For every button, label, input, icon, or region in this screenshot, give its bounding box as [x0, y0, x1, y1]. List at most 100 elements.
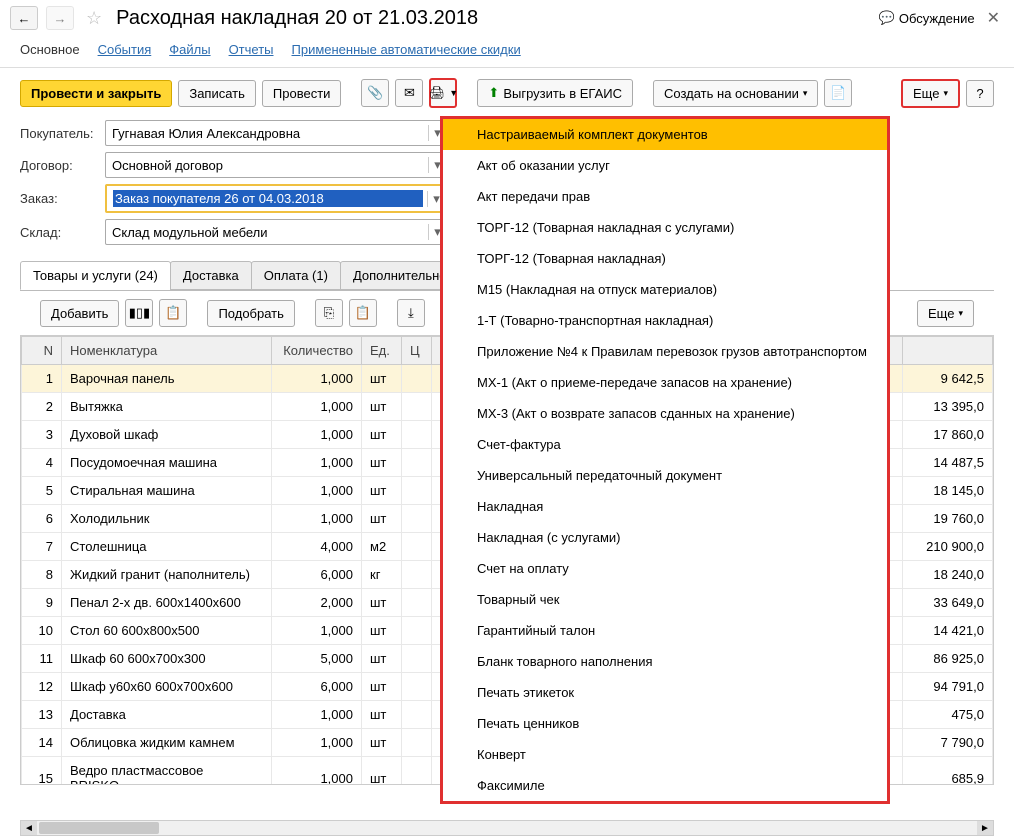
print-menu-item[interactable]: Печать ценников [443, 708, 887, 739]
print-menu-item[interactable]: Бланк товарного наполнения [443, 646, 887, 677]
cell-qty: 6,000 [272, 673, 362, 701]
cell-n: 3 [22, 421, 62, 449]
print-menu-item[interactable]: ТОРГ-12 (Товарная накладная с услугами) [443, 212, 887, 243]
print-menu-item[interactable]: Приложение №4 к Правилам перевозок грузо… [443, 336, 887, 367]
pick-button[interactable]: Подобрать [207, 300, 294, 327]
cell-unit: шт [362, 477, 402, 505]
paste-button[interactable]: 📋 [349, 299, 377, 327]
tab-reports[interactable]: Отчеты [229, 42, 274, 57]
scan-button[interactable]: 📋 [159, 299, 187, 327]
envelope-icon: ✉ [404, 85, 415, 101]
back-button[interactable]: ← [10, 6, 38, 30]
col-unit[interactable]: Ед. [362, 337, 402, 365]
warehouse-input[interactable]: Склад модульной мебели ▾ ↗ [105, 219, 475, 245]
print-button[interactable]: 🖨▼ [429, 78, 457, 108]
print-menu-item[interactable]: Акт об оказании услуг [443, 150, 887, 181]
create-based-button[interactable]: Создать на основании ▾ [653, 80, 818, 107]
print-menu-item[interactable]: 1-Т (Товарно-транспортная накладная) [443, 305, 887, 336]
print-menu-item[interactable]: Товарный чек [443, 584, 887, 615]
cell-blank1 [402, 365, 432, 393]
horizontal-scrollbar[interactable]: ◄ ► [20, 820, 994, 836]
close-icon[interactable]: ✕ [983, 8, 1004, 28]
tab-main[interactable]: Основное [20, 42, 80, 57]
contract-input[interactable]: Основной договор ▾ ↗ [105, 152, 475, 178]
favorite-icon[interactable]: ☆ [86, 8, 102, 29]
print-menu-item[interactable]: Накладная [443, 491, 887, 522]
nav-tabs: Основное События Файлы Отчеты Примененны… [0, 36, 1014, 68]
print-menu-item[interactable]: Универсальный передаточный документ [443, 460, 887, 491]
cell-sum: 18 240,0 [903, 561, 993, 589]
post-button[interactable]: Провести [262, 80, 342, 107]
more-button[interactable]: Еще ▾ [901, 79, 960, 108]
print-menu-item[interactable]: ТОРГ-12 (Товарная накладная) [443, 243, 887, 274]
cell-n: 7 [22, 533, 62, 561]
cell-unit: шт [362, 701, 402, 729]
print-menu-item[interactable]: Накладная (с услугами) [443, 522, 887, 553]
cell-qty: 1,000 [272, 393, 362, 421]
warehouse-label: Склад: [20, 225, 105, 240]
print-dropdown-menu: Настраиваемый комплект документовАкт об … [440, 116, 890, 804]
buyer-input[interactable]: Гугнавая Юлия Александровна ▾ ↗ [105, 120, 475, 146]
fill-button[interactable]: ⤓ [397, 299, 425, 327]
print-menu-item[interactable]: Факсимиле [443, 770, 887, 801]
order-input[interactable]: Заказ покупателя 26 от 04.03.2018 ▾ ↗ [105, 184, 475, 213]
col-n[interactable]: N [22, 337, 62, 365]
fill-icon: ⤓ [408, 305, 414, 321]
cell-unit: шт [362, 617, 402, 645]
cell-unit: шт [362, 421, 402, 449]
tab-payment[interactable]: Оплата (1) [251, 261, 341, 290]
cell-nom: Стиральная машина [62, 477, 272, 505]
upload-egais-button[interactable]: ⬆ Выгрузить в ЕГАИС [477, 79, 633, 107]
add-button[interactable]: Добавить [40, 300, 119, 327]
print-menu-item[interactable]: Гарантийный талон [443, 615, 887, 646]
print-menu-item[interactable]: Счет-фактура [443, 429, 887, 460]
print-menu-item[interactable]: МХ-1 (Акт о приеме-передаче запасов на х… [443, 367, 887, 398]
cell-unit: шт [362, 645, 402, 673]
print-menu-item[interactable]: МХ-3 (Акт о возврате запасов сданных на … [443, 398, 887, 429]
report-button[interactable]: 📄 [824, 79, 852, 107]
tab-files[interactable]: Файлы [169, 42, 210, 57]
scan-icon: 📋 [165, 305, 181, 321]
print-menu-item[interactable]: Счет на оплату [443, 553, 887, 584]
print-menu-item[interactable]: Настраиваемый комплект документов [443, 119, 887, 150]
col-sum[interactable] [903, 337, 993, 365]
cell-blank1 [402, 477, 432, 505]
barcode-button[interactable]: ▮▯▮ [125, 299, 153, 327]
cell-blank1 [402, 561, 432, 589]
scroll-right-icon[interactable]: ► [977, 821, 993, 835]
scroll-thumb[interactable] [39, 822, 159, 834]
tab-discounts[interactable]: Примененные автоматические скидки [292, 42, 521, 57]
print-menu-item[interactable]: М15 (Накладная на отпуск материалов) [443, 274, 887, 305]
scroll-left-icon[interactable]: ◄ [21, 821, 37, 835]
col-nom[interactable]: Номенклатура [62, 337, 272, 365]
cell-unit: шт [362, 673, 402, 701]
print-menu-item[interactable]: Акт передачи прав [443, 181, 887, 212]
discuss-label: Обсуждение [899, 11, 975, 26]
col-qty[interactable]: Количество [272, 337, 362, 365]
tab-events[interactable]: События [98, 42, 152, 57]
cell-n: 12 [22, 673, 62, 701]
cell-blank1 [402, 617, 432, 645]
copy-button[interactable]: ⎘ [315, 299, 343, 327]
print-menu-item[interactable]: Печать этикеток [443, 677, 887, 708]
chevron-down-icon: ▾ [943, 88, 948, 99]
col-price[interactable]: Ц [402, 337, 432, 365]
email-button[interactable]: ✉ [395, 79, 423, 107]
cell-qty: 2,000 [272, 589, 362, 617]
attach-button[interactable]: 📎 [361, 79, 389, 107]
create-based-label: Создать на основании [664, 86, 799, 101]
print-menu-item[interactable]: Конверт [443, 739, 887, 770]
tab-delivery[interactable]: Доставка [170, 261, 252, 290]
save-button[interactable]: Записать [178, 80, 256, 107]
forward-button[interactable]: → [46, 6, 74, 30]
discuss-button[interactable]: 💬 Обсуждение [879, 10, 975, 26]
tab-goods[interactable]: Товары и услуги (24) [20, 261, 171, 290]
goods-more-button[interactable]: Еще ▾ [917, 300, 974, 327]
cell-nom: Варочная панель [62, 365, 272, 393]
post-close-button[interactable]: Провести и закрыть [20, 80, 172, 107]
cell-qty: 6,000 [272, 561, 362, 589]
cell-n: 5 [22, 477, 62, 505]
cell-nom: Холодильник [62, 505, 272, 533]
cell-sum: 18 145,0 [903, 477, 993, 505]
help-button[interactable]: ? [966, 80, 994, 107]
